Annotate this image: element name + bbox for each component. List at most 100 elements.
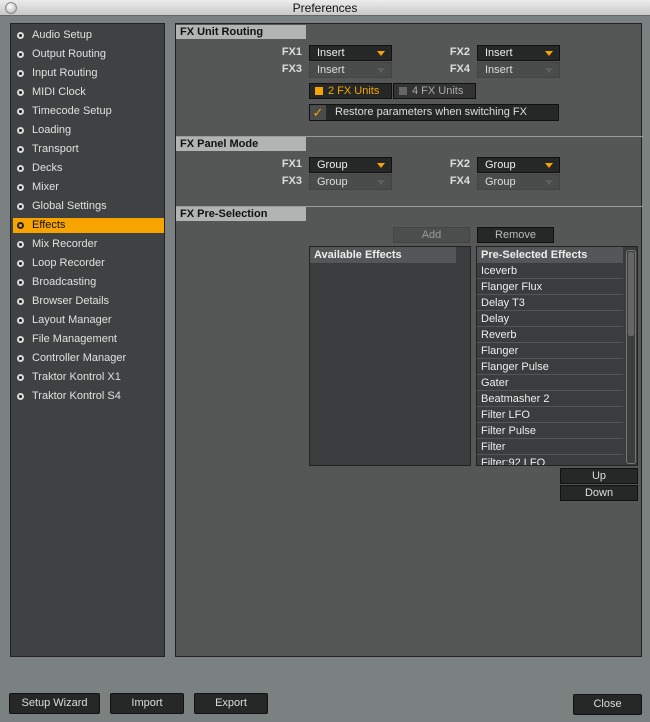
- window-title: Preferences: [0, 0, 650, 16]
- chevron-down-icon: [545, 68, 553, 73]
- sidebar-item-label: Audio Setup: [32, 29, 92, 41]
- sidebar-item-timecode-setup[interactable]: Timecode Setup: [13, 104, 164, 119]
- radio-icon: [17, 165, 24, 172]
- list-item[interactable]: Delay T3: [477, 295, 623, 311]
- list-item[interactable]: Reverb: [477, 327, 623, 343]
- sidebar-item-midi-clock[interactable]: MIDI Clock: [13, 85, 164, 100]
- sidebar-item-audio-setup[interactable]: Audio Setup: [13, 28, 164, 43]
- window-close-icon[interactable]: [5, 2, 17, 14]
- sidebar-item-global-settings[interactable]: Global Settings: [13, 199, 164, 214]
- sidebar-item-browser-details[interactable]: Browser Details: [13, 294, 164, 309]
- chevron-down-icon: [545, 180, 553, 185]
- radio-icon: [17, 108, 24, 115]
- chevron-down-icon: [545, 163, 553, 168]
- sidebar-item-label: Controller Manager: [32, 352, 127, 364]
- export-button[interactable]: Export: [194, 693, 268, 714]
- setup-wizard-button[interactable]: Setup Wizard: [9, 693, 100, 714]
- dropdown-value: Group: [317, 176, 348, 188]
- up-button[interactable]: Up: [560, 468, 638, 484]
- fx3-routing-dropdown[interactable]: Insert: [309, 62, 392, 78]
- sidebar-item-mixer[interactable]: Mixer: [13, 180, 164, 195]
- radio-icon: [17, 70, 24, 77]
- list-item[interactable]: Beatmasher 2: [477, 391, 623, 407]
- available-effects-list[interactable]: Available Effects: [309, 246, 471, 466]
- list-item[interactable]: Iceverb: [477, 263, 623, 279]
- fx3-mode-dropdown[interactable]: Group: [309, 174, 392, 190]
- sidebar-item-broadcasting[interactable]: Broadcasting: [13, 275, 164, 290]
- radio-icon: [17, 393, 24, 400]
- fx2-label: FX2: [449, 46, 470, 58]
- sidebar-item-label: Input Routing: [32, 67, 98, 79]
- fx4-routing-dropdown[interactable]: Insert: [477, 62, 560, 78]
- fx4-mode-dropdown[interactable]: Group: [477, 174, 560, 190]
- sidebar-item-effects[interactable]: Effects: [13, 218, 164, 233]
- sidebar-item-label: File Management: [32, 333, 117, 345]
- import-button[interactable]: Import: [110, 693, 184, 714]
- fx1-label: FX1: [281, 46, 302, 58]
- section-fx-pre-selection: FX Pre-Selection: [176, 207, 306, 221]
- radio-icon: [17, 32, 24, 39]
- sidebar-item-label: Browser Details: [32, 295, 110, 307]
- sidebar-item-label: Timecode Setup: [32, 105, 112, 117]
- button-label: 4 FX Units: [412, 85, 464, 97]
- radio-icon: [17, 127, 24, 134]
- button-label: 2 FX Units: [328, 85, 380, 97]
- scrollbar-track[interactable]: [626, 250, 636, 464]
- dropdown-value: Group: [485, 176, 516, 188]
- fx1-routing-dropdown[interactable]: Insert: [309, 45, 392, 61]
- remove-button[interactable]: Remove: [477, 227, 554, 243]
- sidebar-item-label: Output Routing: [32, 48, 106, 60]
- sidebar-item-traktor-kontrol-x1[interactable]: Traktor Kontrol X1: [13, 370, 164, 385]
- radio-icon: [17, 222, 24, 229]
- list-item[interactable]: Delay: [477, 311, 623, 327]
- sidebar-item-mix-recorder[interactable]: Mix Recorder: [13, 237, 164, 252]
- fx4-label: FX4: [449, 175, 470, 187]
- restore-parameters-checkbox[interactable]: ✓ Restore parameters when switching FX: [309, 104, 559, 121]
- sidebar-item-label: Loading: [32, 124, 72, 136]
- 2-fx-units-button[interactable]: 2 FX Units: [309, 83, 392, 99]
- down-button[interactable]: Down: [560, 485, 638, 501]
- preselected-effects-list[interactable]: Pre-Selected Effects Iceverb Flanger Flux…: [476, 246, 638, 466]
- sidebar-item-file-management[interactable]: File Management: [13, 332, 164, 347]
- sidebar-item-transport[interactable]: Transport: [13, 142, 164, 157]
- chevron-down-icon: [377, 180, 385, 185]
- radio-icon: [17, 146, 24, 153]
- fx4-label: FX4: [449, 63, 470, 75]
- fx2-label: FX2: [449, 158, 470, 170]
- dropdown-value: Insert: [317, 64, 345, 76]
- sidebar-item-controller-manager[interactable]: Controller Manager: [13, 351, 164, 366]
- fx1-mode-dropdown[interactable]: Group: [309, 157, 392, 173]
- checkmark-icon: ✓: [310, 105, 326, 120]
- add-button[interactable]: Add: [393, 227, 470, 243]
- fx2-mode-dropdown[interactable]: Group: [477, 157, 560, 173]
- list-item[interactable]: Filter: [477, 439, 623, 455]
- sidebar-item-loop-recorder[interactable]: Loop Recorder: [13, 256, 164, 271]
- list-item[interactable]: Filter LFO: [477, 407, 623, 423]
- sidebar-item-label: Global Settings: [32, 200, 107, 212]
- radio-icon: [17, 317, 24, 324]
- sidebar-item-layout-manager[interactable]: Layout Manager: [13, 313, 164, 328]
- sidebar-item-output-routing[interactable]: Output Routing: [13, 47, 164, 62]
- sidebar-item-label: Decks: [32, 162, 63, 174]
- sidebar-item-traktor-kontrol-s4[interactable]: Traktor Kontrol S4: [13, 389, 164, 404]
- list-item[interactable]: Flanger: [477, 343, 623, 359]
- list-item[interactable]: Filter Pulse: [477, 423, 623, 439]
- 4-fx-units-button[interactable]: 4 FX Units: [393, 83, 476, 99]
- list-item[interactable]: Flanger Flux: [477, 279, 623, 295]
- preselected-effects-header: Pre-Selected Effects: [477, 247, 623, 263]
- sidebar-item-loading[interactable]: Loading: [13, 123, 164, 138]
- dropdown-value: Insert: [485, 47, 513, 59]
- sidebar-item-input-routing[interactable]: Input Routing: [13, 66, 164, 81]
- radio-icon: [17, 89, 24, 96]
- scrollbar-thumb[interactable]: [628, 252, 634, 336]
- fx2-routing-dropdown[interactable]: Insert: [477, 45, 560, 61]
- radio-icon: [17, 336, 24, 343]
- list-item[interactable]: Gater: [477, 375, 623, 391]
- sidebar-item-label: Traktor Kontrol X1: [32, 371, 121, 383]
- radio-icon: [17, 184, 24, 191]
- section-fx-unit-routing: FX Unit Routing: [176, 25, 306, 39]
- close-button[interactable]: Close: [573, 694, 642, 715]
- list-item[interactable]: Flanger Pulse: [477, 359, 623, 375]
- list-item[interactable]: Filter:92 LFO: [477, 455, 623, 465]
- sidebar-item-decks[interactable]: Decks: [13, 161, 164, 176]
